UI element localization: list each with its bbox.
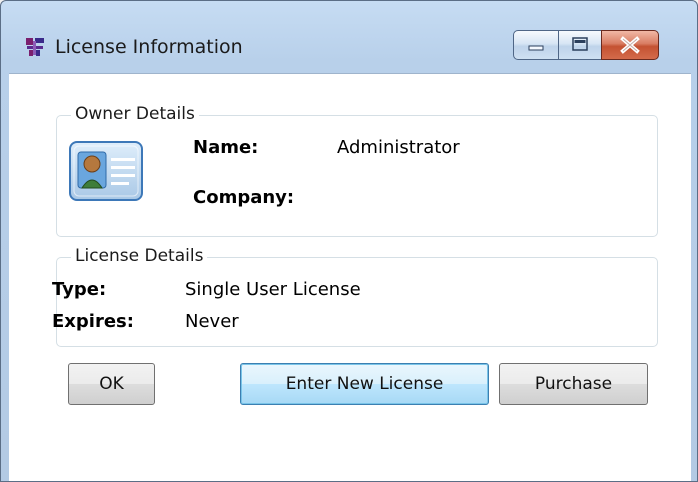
license-details-legend: License Details xyxy=(71,246,208,266)
window-title: License Information xyxy=(55,36,243,58)
name-label: Name: xyxy=(193,137,259,158)
company-label: Company: xyxy=(193,187,295,208)
owner-details-group: Owner Details Name: Administrator Compan… xyxy=(56,104,658,237)
name-value: Administrator xyxy=(337,137,460,158)
owner-details-legend: Owner Details xyxy=(71,104,199,124)
contact-card-icon xyxy=(67,136,145,210)
license-details-group: License Details Type: Single User Licens… xyxy=(52,246,658,347)
minimize-button[interactable] xyxy=(513,30,559,60)
purchase-button[interactable]: Purchase xyxy=(499,363,648,405)
ok-button[interactable]: OK xyxy=(68,363,155,405)
maximize-button[interactable] xyxy=(558,30,602,60)
type-value: Single User License xyxy=(185,279,361,300)
close-button[interactable] xyxy=(601,30,659,60)
app-icon xyxy=(25,37,45,57)
type-label: Type: xyxy=(52,279,107,300)
title-bar[interactable]: License Information xyxy=(1,1,697,60)
expires-value: Never xyxy=(185,311,239,332)
license-information-window: License Information Owner Details Name: … xyxy=(0,0,698,482)
expires-label: Expires: xyxy=(52,311,134,332)
dialog-content: Owner Details Name: Administrator Compan… xyxy=(9,73,691,481)
enter-new-license-button[interactable]: Enter New License xyxy=(240,363,489,405)
